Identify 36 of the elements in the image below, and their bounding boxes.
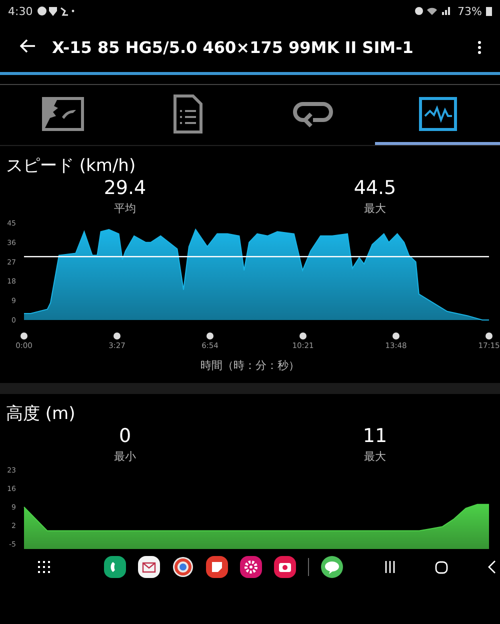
x-tick-dot bbox=[300, 332, 306, 340]
battery-percent: 73% bbox=[458, 4, 482, 18]
x-tick-dot bbox=[114, 332, 120, 340]
status-time: 4:30 bbox=[8, 4, 33, 18]
stat-value: 44.5 bbox=[354, 177, 396, 199]
apps-grid-icon[interactable] bbox=[38, 561, 50, 573]
flower-icon[interactable] bbox=[240, 556, 262, 578]
app-bar-title: X-15 85 HG5/5.0 460×175 99MK II SIM-1 bbox=[52, 38, 414, 56]
stat-value: 0 bbox=[118, 425, 132, 447]
axis-title: 時間（時：分：秒） bbox=[200, 358, 300, 374]
battery-icon bbox=[486, 6, 492, 16]
stat-label: 最大 bbox=[364, 201, 386, 216]
camera-icon[interactable] bbox=[274, 556, 296, 578]
stat-label: 平均 bbox=[114, 201, 136, 216]
chat-bubble-icon[interactable] bbox=[321, 556, 343, 578]
x-tick-dot bbox=[392, 332, 400, 340]
stat-label: 最小 bbox=[114, 449, 136, 464]
x-tick-dot bbox=[206, 332, 214, 340]
section-title: 高度 (m) bbox=[5, 403, 76, 425]
x-tick-dot bbox=[20, 332, 28, 340]
ring-icon[interactable] bbox=[172, 556, 194, 578]
more-icon[interactable] bbox=[478, 40, 482, 54]
back-icon[interactable] bbox=[488, 560, 496, 574]
graph-icon bbox=[418, 96, 456, 130]
envelope-icon[interactable] bbox=[138, 556, 160, 578]
home-icon[interactable] bbox=[435, 560, 448, 574]
x-tick-dot bbox=[486, 332, 492, 340]
map-icon bbox=[42, 96, 84, 130]
section-title: スピード (km/h) bbox=[5, 155, 137, 177]
stat-value: 11 bbox=[362, 425, 388, 447]
phone-icon[interactable] bbox=[104, 556, 126, 578]
stat-label: 最大 bbox=[364, 449, 386, 464]
document-icon bbox=[172, 94, 202, 134]
stat-value: 29.4 bbox=[104, 177, 146, 199]
recents-icon[interactable] bbox=[385, 561, 395, 573]
note-icon[interactable] bbox=[206, 556, 228, 578]
